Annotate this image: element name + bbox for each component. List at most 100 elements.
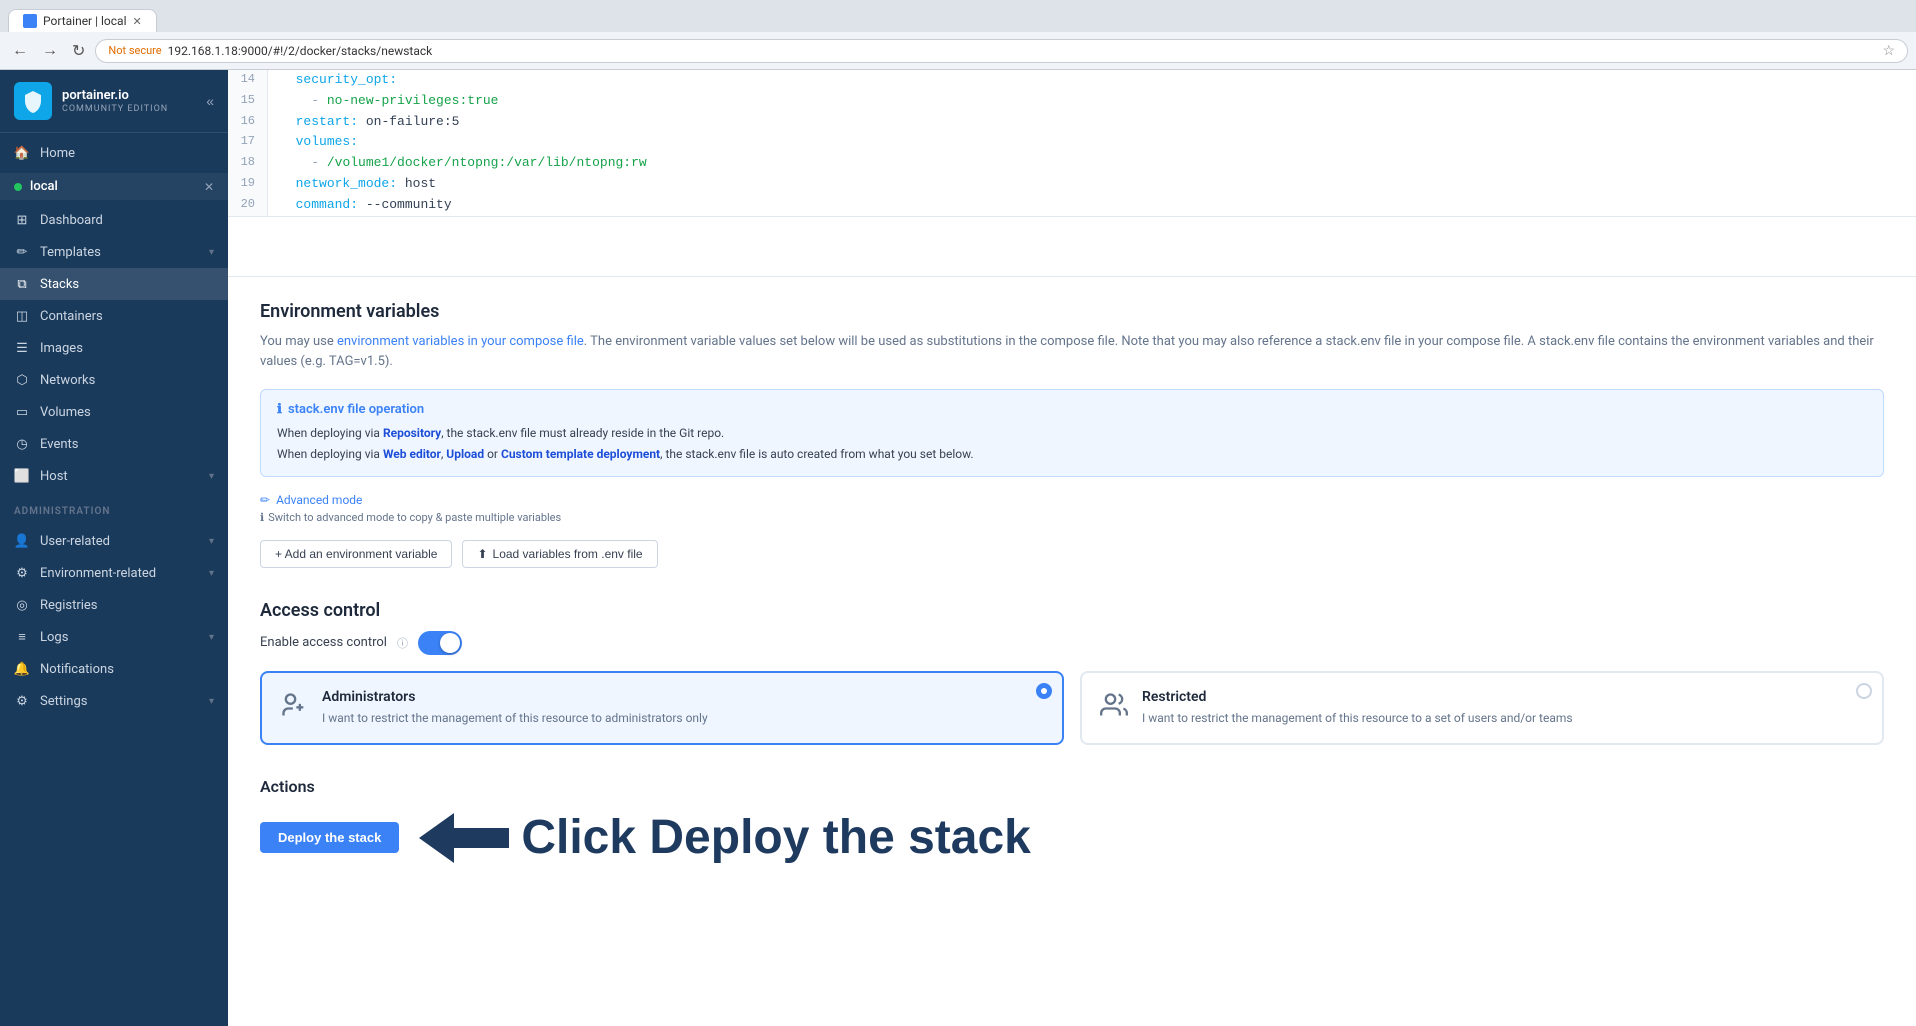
- click-annotation-text: Click Deploy the stack: [521, 810, 1031, 865]
- administrators-radio[interactable]: [1036, 683, 1052, 699]
- notifications-icon: 🔔: [14, 661, 30, 677]
- sidebar: portainer.io COMMUNITY EDITION « 🏠 Home …: [0, 70, 228, 1026]
- logs-icon: ≡: [14, 629, 30, 645]
- sidebar-main-section: ⊞ Dashboard ✏ Templates ▾ ⧉ Stacks ◫ Con…: [0, 200, 228, 496]
- line-content-20: command: --community: [268, 195, 1916, 216]
- sidebar-home-label: Home: [40, 146, 214, 161]
- tab-bar: Portainer | local ✕: [0, 0, 1916, 32]
- sidebar-item-containers[interactable]: ◫ Containers: [0, 300, 228, 332]
- deploy-stack-button[interactable]: Deploy the stack: [260, 822, 399, 853]
- arrow-left: [419, 808, 509, 868]
- edit-icon: ✏: [260, 493, 270, 507]
- env-desc-link[interactable]: environment variables in your compose fi…: [337, 334, 584, 349]
- sidebar-item-settings[interactable]: ⚙ Settings ▾: [0, 685, 228, 717]
- active-tab[interactable]: Portainer | local ✕: [8, 9, 157, 32]
- sidebar-containers-label: Containers: [40, 309, 214, 324]
- settings-icon: ⚙: [14, 693, 30, 709]
- sidebar-item-templates[interactable]: ✏ Templates ▾: [0, 236, 228, 268]
- sidebar-item-host[interactable]: ⬜ Host ▾: [0, 460, 228, 492]
- env-header: local ✕: [0, 173, 228, 200]
- events-icon: ◷: [14, 436, 30, 452]
- sidebar-item-stacks[interactable]: ⧉ Stacks: [0, 268, 228, 300]
- settings-chevron-icon: ▾: [209, 696, 214, 707]
- info-box-title: ℹ stack.env file operation: [277, 402, 1867, 417]
- restricted-title: Restricted: [1142, 689, 1573, 705]
- sidebar-item-home[interactable]: 🏠 Home: [0, 137, 228, 169]
- registries-icon: ◎: [14, 597, 30, 613]
- line-content-15: - no-new-privileges:true: [268, 91, 1916, 112]
- forward-button[interactable]: →: [38, 40, 62, 62]
- back-button[interactable]: ←: [8, 40, 32, 62]
- line-content-18: - /volume1/docker/ntopng:/var/lib/ntopng…: [268, 153, 1916, 174]
- restricted-desc: I want to restrict the management of thi…: [1142, 709, 1573, 727]
- sidebar-item-environment-related[interactable]: ⚙ Environment-related ▾: [0, 557, 228, 589]
- env-name-label: local: [30, 179, 196, 194]
- actions-title: Actions: [260, 777, 1884, 796]
- user-related-icon: 👤: [14, 533, 30, 549]
- sidebar-collapse-btn[interactable]: «: [206, 93, 214, 109]
- enable-access-row: Enable access control ⓘ: [260, 631, 1884, 655]
- code-line-14: 14 security_opt:: [228, 70, 1916, 91]
- bookmark-btn[interactable]: ☆: [1882, 43, 1895, 59]
- sidebar-registries-label: Registries: [40, 598, 214, 613]
- restricted-card[interactable]: Restricted I want to restrict the manage…: [1080, 671, 1884, 745]
- sidebar-user-related-label: User-related: [40, 534, 199, 549]
- sidebar-volumes-label: Volumes: [40, 405, 214, 420]
- page-body: Environment variables You may use enviro…: [228, 277, 1916, 892]
- environment-related-chevron-icon: ▾: [209, 568, 214, 579]
- deploy-row: Deploy the stack: [260, 808, 1884, 868]
- access-cards: Administrators I want to restrict the ma…: [260, 671, 1884, 745]
- administrators-desc: I want to restrict the management of thi…: [322, 709, 708, 727]
- enable-access-label: Enable access control: [260, 635, 387, 650]
- code-line-18: 18 - /volume1/docker/ntopng:/var/lib/nto…: [228, 153, 1916, 174]
- toggle-knob: [440, 633, 460, 653]
- main-content: 14 security_opt: 15 - no-new-privileges:…: [228, 70, 1916, 1026]
- host-icon: ⬜: [14, 468, 30, 484]
- line-content-16: restart: on-failure:5: [268, 112, 1916, 133]
- sidebar-item-dashboard[interactable]: ⊞ Dashboard: [0, 204, 228, 236]
- info-box-line-2: When deploying via Web editor, Upload or…: [277, 444, 1867, 464]
- sidebar-item-logs[interactable]: ≡ Logs ▾: [0, 621, 228, 653]
- env-variables-desc: You may use environment variables in you…: [260, 332, 1884, 374]
- sidebar-item-notifications[interactable]: 🔔 Notifications: [0, 653, 228, 685]
- sidebar-environment-related-label: Environment-related: [40, 566, 199, 581]
- line-num-14: 14: [228, 70, 268, 91]
- sidebar-logs-label: Logs: [40, 630, 199, 645]
- actions-section: Actions Deploy the stack: [260, 769, 1884, 868]
- load-vars-button[interactable]: ⬆ Load variables from .env file: [462, 540, 657, 568]
- sidebar-item-user-related[interactable]: 👤 User-related ▾: [0, 525, 228, 557]
- sidebar-stacks-label: Stacks: [40, 277, 214, 292]
- sidebar-item-volumes[interactable]: ▭ Volumes: [0, 396, 228, 428]
- app-layout: portainer.io COMMUNITY EDITION « 🏠 Home …: [0, 70, 1916, 1026]
- administration-section-label: Administration: [0, 496, 228, 521]
- tab-close-btn[interactable]: ✕: [133, 15, 142, 28]
- hint-icon: ℹ: [260, 511, 264, 524]
- code-line-16: 16 restart: on-failure:5: [228, 112, 1916, 133]
- administrators-card-text: Administrators I want to restrict the ma…: [322, 689, 708, 727]
- env-close-btn[interactable]: ✕: [204, 180, 214, 194]
- logo-icon: [14, 82, 52, 120]
- address-bar[interactable]: Not secure 192.168.1.18:9000/#!/2/docker…: [95, 39, 1908, 63]
- sidebar-item-registries[interactable]: ◎ Registries: [0, 589, 228, 621]
- address-bar-row: ← → ↻ Not secure 192.168.1.18:9000/#!/2/…: [0, 32, 1916, 70]
- restricted-radio[interactable]: [1856, 683, 1872, 699]
- reload-button[interactable]: ↻: [68, 39, 89, 63]
- environment-related-icon: ⚙: [14, 565, 30, 581]
- line-num-18: 18: [228, 153, 268, 174]
- add-env-var-button[interactable]: + Add an environment variable: [260, 540, 452, 568]
- administrators-icon: [278, 689, 310, 721]
- env-variables-title: Environment variables: [260, 301, 1884, 322]
- advanced-mode-toggle[interactable]: ✏ Advanced mode: [260, 493, 1884, 507]
- not-secure-indicator: Not secure: [108, 44, 161, 57]
- access-control-toggle[interactable]: [418, 631, 462, 655]
- code-editor-area: 14 security_opt: 15 - no-new-privileges:…: [228, 70, 1916, 277]
- sidebar-item-images[interactable]: ☰ Images: [0, 332, 228, 364]
- sidebar-item-events[interactable]: ◷ Events: [0, 428, 228, 460]
- administrators-card[interactable]: Administrators I want to restrict the ma…: [260, 671, 1064, 745]
- arrow-svg: [419, 808, 509, 868]
- containers-icon: ◫: [14, 308, 30, 324]
- code-blank-area: [228, 216, 1916, 276]
- sidebar-notifications-label: Notifications: [40, 662, 214, 677]
- line-content-17: volumes:: [268, 132, 1916, 153]
- sidebar-item-networks[interactable]: ⬡ Networks: [0, 364, 228, 396]
